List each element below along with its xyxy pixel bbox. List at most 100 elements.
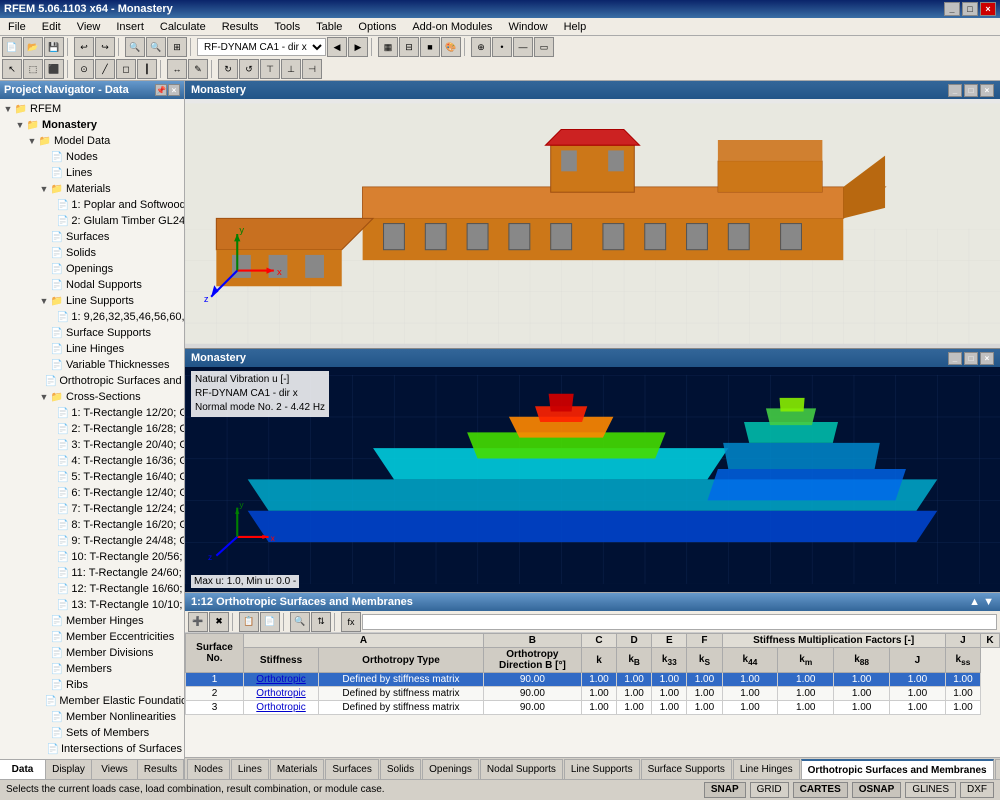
tree-item-cs3[interactable]: ▶ 📄 3: T-Rectangle 20/40; Glu	[2, 437, 182, 453]
tree-item-ribs[interactable]: ▶ 📄 Ribs	[2, 677, 182, 693]
expand-icon[interactable]: ▼	[38, 295, 50, 307]
table-copy[interactable]: 📋	[239, 612, 259, 632]
menu-options[interactable]: Options	[354, 21, 400, 33]
tree-item-cs2[interactable]: ▶ 📄 2: T-Rectangle 16/28; Glu	[2, 421, 182, 437]
nav-close-button[interactable]: ×	[168, 84, 180, 96]
tree-item-member-eccentricities[interactable]: ▶ 📄 Member Eccentricities	[2, 629, 182, 645]
tb-color[interactable]: 🎨	[441, 37, 461, 57]
view-top-close[interactable]: ×	[980, 84, 994, 97]
tree-item-member-nonlinearities[interactable]: ▶ 📄 Member Nonlinearities	[2, 709, 182, 725]
menu-view[interactable]: View	[73, 21, 105, 33]
tree-item-cs6[interactable]: ▶ 📄 6: T-Rectangle 12/40; Glu	[2, 485, 182, 501]
view-bottom-controls[interactable]: _ □ ×	[948, 352, 994, 365]
table-content[interactable]: SurfaceNo. A B C D E F Stiffness Multipl…	[185, 633, 1000, 757]
cell-stiffness[interactable]: Orthotropic	[244, 673, 319, 687]
tb-side-view[interactable]: ⊣	[302, 59, 322, 79]
tb-open[interactable]: 📂	[23, 37, 43, 57]
tree-item-model-data[interactable]: ▼ 📁 Model Data	[2, 133, 182, 149]
view-bottom-minimize[interactable]: _	[948, 352, 962, 365]
tree-item-orthotropic[interactable]: ▶ 📄 Orthotropic Surfaces and Me	[2, 373, 182, 389]
tb-rotate-y[interactable]: ↺	[239, 59, 259, 79]
tb-front-view[interactable]: ⊥	[281, 59, 301, 79]
tree-item-materials[interactable]: ▼ 📁 Materials	[2, 181, 182, 197]
table-row[interactable]: 3 Orthotropic Defined by stiffness matri…	[186, 701, 1000, 715]
menu-results[interactable]: Results	[218, 21, 263, 33]
menu-table[interactable]: Table	[312, 21, 346, 33]
menu-window[interactable]: Window	[504, 21, 551, 33]
tree-item-rfem[interactable]: ▼ 📁 RFEM	[2, 101, 182, 117]
tree-item-variable-thicknesses[interactable]: ▶ 📄 Variable Thicknesses	[2, 357, 182, 373]
tree-item-lines[interactable]: ▶ 📄 Lines	[2, 165, 182, 181]
table-sort[interactable]: ⇅	[311, 612, 331, 632]
tab-cross-sections[interactable]: Cross-Sections	[995, 759, 1000, 779]
tree-item-members[interactable]: ▶ 📄 Members	[2, 661, 182, 677]
tb-cursor[interactable]: ↖	[2, 59, 22, 79]
tree-item-surface-supports[interactable]: ▶ 📄 Surface Supports	[2, 325, 182, 341]
tb-deselect[interactable]: ⬛	[44, 59, 64, 79]
tab-openings[interactable]: Openings	[422, 759, 479, 779]
tree-item-surfaces[interactable]: ▶ 📄 Surfaces	[2, 229, 182, 245]
status-grid[interactable]: GRID	[750, 782, 789, 798]
tree-item-nodal-supports[interactable]: ▶ 📄 Nodal Supports	[2, 277, 182, 293]
tb-new[interactable]: 📄	[2, 37, 22, 57]
window-controls[interactable]: _ □ ×	[944, 2, 996, 16]
tree-item-openings[interactable]: ▶ 📄 Openings	[2, 261, 182, 277]
tree-item-line-supports[interactable]: ▼ 📁 Line Supports	[2, 293, 182, 309]
tab-solids[interactable]: Solids	[380, 759, 421, 779]
view-top-minimize[interactable]: _	[948, 84, 962, 97]
tab-surfaces[interactable]: Surfaces	[325, 759, 378, 779]
tb-select[interactable]: ⬚	[23, 59, 43, 79]
tree-item-cs7[interactable]: ▶ 📄 7: T-Rectangle 12/24; Glu	[2, 501, 182, 517]
tb-prev[interactable]: ◀	[327, 37, 347, 57]
tree-item-cs9[interactable]: ▶ 📄 9: T-Rectangle 24/48; Glu	[2, 533, 182, 549]
menu-edit[interactable]: Edit	[38, 21, 65, 33]
menu-help[interactable]: Help	[560, 21, 591, 33]
view-bottom-close[interactable]: ×	[980, 352, 994, 365]
tree-item-mat2[interactable]: ▶ 📄 2: Glulam Timber GL24h	[2, 213, 182, 229]
tree-item-sets-of-members[interactable]: ▶ 📄 Sets of Members	[2, 725, 182, 741]
table-row[interactable]: 1 Orthotropic Defined by stiffness matri…	[186, 673, 1000, 687]
tab-lines[interactable]: Lines	[231, 759, 269, 779]
tb-surface-tool[interactable]: ◻	[116, 59, 136, 79]
status-snap[interactable]: SNAP	[704, 782, 746, 798]
tree-item-member-divisions[interactable]: ▶ 📄 Member Divisions	[2, 645, 182, 661]
tb-node-tool[interactable]: ⊙	[74, 59, 94, 79]
tree-item-nodes[interactable]: ▶ 📄 Nodes	[2, 149, 182, 165]
tab-nodes[interactable]: Nodes	[187, 759, 230, 779]
table-delete-row[interactable]: ✖	[209, 612, 229, 632]
menu-file[interactable]: File	[4, 21, 30, 33]
tree-item-cs8[interactable]: ▶ 📄 8: T-Rectangle 16/20; Glu	[2, 517, 182, 533]
table-formula[interactable]: fx	[341, 612, 361, 632]
tb-top-view[interactable]: ⊤	[260, 59, 280, 79]
tb-surfaces[interactable]: ▭	[534, 37, 554, 57]
tb-render[interactable]: ▦	[378, 37, 398, 57]
tb-dimension[interactable]: ↔	[167, 59, 187, 79]
tree-item-monastery[interactable]: ▼ 📁 Monastery	[2, 117, 182, 133]
tree-item-line-hinges[interactable]: ▶ 📄 Line Hinges	[2, 341, 182, 357]
tb-solid[interactable]: ■	[420, 37, 440, 57]
menu-addons[interactable]: Add-on Modules	[408, 21, 496, 33]
navigator-header-buttons[interactable]: 📌 ×	[155, 84, 180, 96]
tb-next[interactable]: ▶	[348, 37, 368, 57]
tb-zoom-fit[interactable]: ⊞	[167, 37, 187, 57]
tree-item-cs12[interactable]: ▶ 📄 12: T-Rectangle 16/60; Gl	[2, 581, 182, 597]
tb-rotate-x[interactable]: ↻	[218, 59, 238, 79]
tb-save[interactable]: 💾	[44, 37, 64, 57]
tree-item-line-support-1[interactable]: ▶ 📄 1: 9,26,32,35,46,56,60,64,7	[2, 309, 182, 325]
tb-line-tool[interactable]: ╱	[95, 59, 115, 79]
tree-item-cs1[interactable]: ▶ 📄 1: T-Rectangle 12/20; Glu	[2, 405, 182, 421]
table-row[interactable]: 2 Orthotropic Defined by stiffness matri…	[186, 687, 1000, 701]
tb-axes[interactable]: ⊕	[471, 37, 491, 57]
tree-item-cs5[interactable]: ▶ 📄 5: T-Rectangle 16/40; Glu	[2, 469, 182, 485]
status-cartes[interactable]: CARTES	[793, 782, 848, 798]
tree-item-member-hinges[interactable]: ▶ 📄 Member Hinges	[2, 613, 182, 629]
cell-stiffness[interactable]: Orthotropic	[244, 687, 319, 701]
tab-orthotropic[interactable]: Orthotropic Surfaces and Membranes	[801, 759, 994, 779]
status-osnap[interactable]: OSNAP	[852, 782, 902, 798]
cell-stiffness[interactable]: Orthotropic	[244, 701, 319, 715]
tb-wire[interactable]: ⊟	[399, 37, 419, 57]
tree-item-member-elastic-foundations[interactable]: ▶ 📄 Member Elastic Foundations	[2, 693, 182, 709]
tree-item-cross-sections[interactable]: ▼ 📁 Cross-Sections	[2, 389, 182, 405]
tab-nodal-supports[interactable]: Nodal Supports	[480, 759, 563, 779]
tree-item-cs13[interactable]: ▶ 📄 13: T-Rectangle 10/10; Gl	[2, 597, 182, 613]
